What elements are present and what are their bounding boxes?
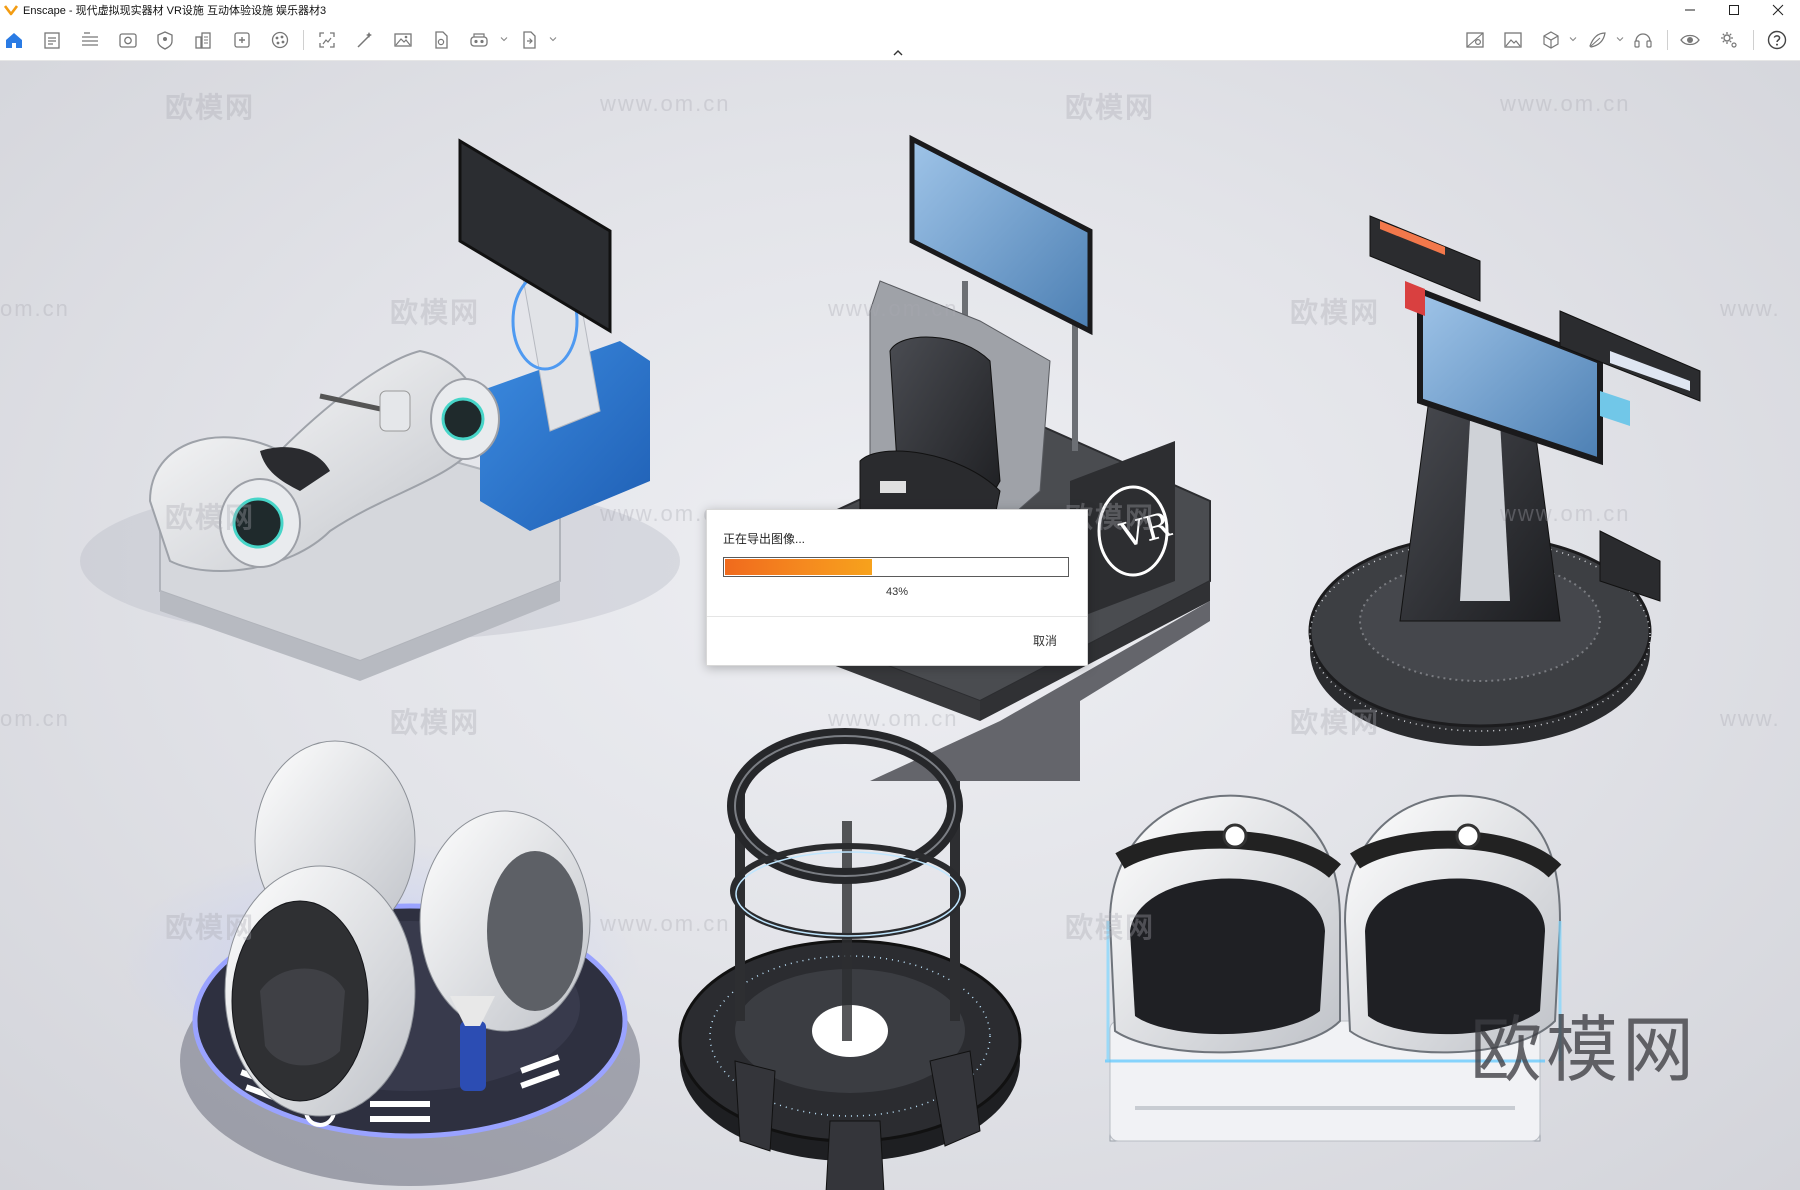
help-button[interactable] [1764,27,1790,53]
bim-icon [82,32,98,46]
watermark-brand: 欧模网 [390,707,481,738]
render-image-button[interactable] [352,27,378,53]
export-button[interactable] [516,27,542,53]
watermark-url: www.om.cn [828,706,959,731]
watermark-url: om.cn [0,296,70,321]
vr-headset-icon [470,33,488,47]
asset-library-button[interactable] [152,27,178,53]
chevron-down-icon[interactable] [500,35,508,43]
panorama-button[interactable] [390,27,416,53]
watermark-brand: 欧模网 [1065,92,1156,123]
watermark-url: www.om.cn [1500,91,1631,116]
window-title: Enscape - 现代虚拟现实器材 VR设施 互动体验设施 娱乐器材3 [23,5,327,17]
site-context-icon [195,32,211,49]
cube-view-button[interactable] [1538,27,1564,53]
watermark-brand-large: 欧模网 [1470,1008,1699,1092]
close-button[interactable] [1756,0,1800,20]
image-export-button[interactable] [1500,27,1526,53]
view-management-icon [234,32,250,48]
settings-icon [1721,32,1737,48]
watermark-url: www.om.cn [828,296,959,321]
visual-settings-button[interactable] [115,27,141,53]
eye-icon [1680,34,1700,46]
watermark-url: om.cn [0,706,70,731]
vr-egg-pod-chairs [180,740,640,1186]
view-management-button[interactable] [229,27,255,53]
watermark-brand: 欧模网 [165,912,256,943]
cube-view-icon [1543,31,1559,49]
home-icon [6,33,22,48]
material-editor-icon [271,31,289,49]
enscape-logo-icon [4,5,18,16]
eye-button[interactable] [1677,27,1703,53]
chevron-down-icon[interactable] [1616,35,1624,43]
batch-render-button[interactable] [314,27,340,53]
chevron-down-icon[interactable] [1569,35,1577,43]
home-button[interactable] [1,27,27,53]
minimize-button[interactable] [1668,0,1712,20]
batch-render-icon [319,32,335,48]
maximize-button[interactable] [1712,0,1756,20]
chevron-down-icon[interactable] [549,35,557,43]
headset-icon [1634,33,1652,48]
video-editor-icon [435,31,448,49]
render-image-icon [357,32,372,48]
light-view-button[interactable] [1584,27,1610,53]
cancel-button[interactable]: 取消 [1033,632,1057,649]
view-settings-icon [1466,32,1484,48]
asset-library-icon [157,31,173,50]
help-icon [1767,30,1787,50]
dialog-divider [707,616,1087,617]
watermark-brand: 欧模网 [165,502,256,533]
dialog-title: 正在导出图像... [723,532,806,546]
watermark-url: www.om.cn [600,91,731,116]
notes-icon [44,32,60,49]
image-export-icon [1504,32,1522,48]
panorama-icon [394,33,412,47]
close-icon [1772,4,1784,16]
minimize-icon [1685,9,1695,11]
view-settings-button[interactable] [1462,27,1488,53]
watermark-url: www.om.cn [600,911,731,936]
bim-button[interactable] [77,27,103,53]
maximize-icon [1729,5,1739,15]
watermark-brand: 欧模网 [390,297,481,328]
material-editor-button[interactable] [267,27,293,53]
watermark-url: www. [1720,296,1781,321]
headset-button[interactable] [1630,27,1656,53]
settings-button[interactable] [1716,27,1742,53]
watermark-url: www.om.cn [1500,501,1631,526]
progress-bar-fill [725,559,872,575]
progress-percent: 43% [885,586,909,598]
visual-settings-icon [119,33,137,48]
export-icon [523,31,536,49]
progress-bar [723,557,1069,577]
site-context-button[interactable] [190,27,216,53]
vr-seat-simulator: VR [769,134,1211,781]
vr-circular-platform [678,728,1022,1190]
notes-button[interactable] [39,27,65,53]
vr-headset-button[interactable] [466,27,492,53]
watermark-brand: 欧模网 [1290,707,1381,738]
light-view-icon [1589,32,1606,48]
export-progress-dialog: 正在导出图像... 43% 取消 [706,509,1088,666]
watermark-brand: 欧模网 [1290,297,1381,328]
collapse-toolbar-icon[interactable] [890,48,906,58]
watermark-url: www. [1720,706,1781,731]
window-title-bar: Enscape - 现代虚拟现实器材 VR设施 互动体验设施 娱乐器材3 [0,0,1800,20]
video-editor-button[interactable] [428,27,454,53]
watermark-brand: 欧模网 [1065,912,1156,943]
watermark-brand: 欧模网 [165,92,256,123]
